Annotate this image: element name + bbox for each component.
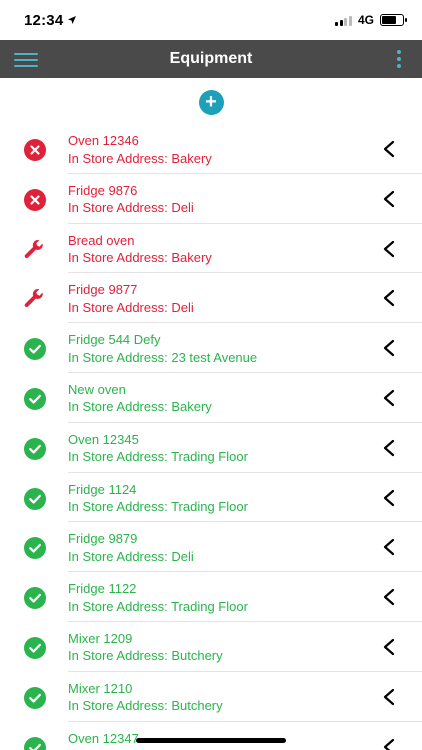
chevron-left-icon[interactable] [382,439,396,457]
chevron-left-icon[interactable] [382,190,396,208]
equipment-address: In Store Address: Trading Floor [68,499,248,515]
check-circle-icon [24,487,46,510]
x-circle-icon [24,139,46,161]
equipment-name: Bread oven [68,232,135,248]
chevron-left-icon[interactable] [382,688,396,706]
wrench-icon [22,238,44,260]
equipment-address: In Store Address: Deli [68,200,194,216]
equipment-row[interactable]: Fridge 9876 In Store Address: Deli [0,174,422,224]
equipment-row[interactable]: Oven 12345 In Store Address: Trading Floo… [0,423,422,473]
page-title: Equipment [169,50,253,67]
chevron-left-icon[interactable] [382,289,396,307]
more-options-icon[interactable] [396,50,402,68]
equipment-row[interactable]: Mixer 1210 In Store Address: Butchery [0,672,422,722]
equipment-address: In Store Address: Bakery [68,150,212,166]
equipment-list: Oven 12346 In Store Address: Bakery Fridge… [0,124,422,750]
equipment-row[interactable]: Fridge 544 Defy In Store Address: 23 test… [0,323,422,373]
equipment-name: New oven [68,381,126,397]
equipment-name: Mixer 1209 [68,630,133,646]
equipment-address: In Store Address: Deli [68,299,194,315]
equipment-text: Fridge 1122 In Store Address: Trading Flo… [68,580,382,615]
chevron-left-icon[interactable] [382,389,396,407]
check-circle-icon [24,387,46,410]
equipment-address: In Store Address: Deli [68,548,194,564]
chevron-left-icon[interactable] [382,588,396,606]
equipment-name: Fridge 9876 [68,182,138,198]
equipment-address: In Store Address: Butchery [68,648,223,664]
equipment-text: Fridge 9879 In Store Address: Deli [68,530,382,565]
equipment-address: In Store Address: Trading Floor [68,598,248,614]
chevron-left-icon[interactable] [382,240,396,258]
status-time: 12:34 [24,12,77,29]
chevron-left-icon[interactable] [382,140,396,158]
home-indicator [136,738,286,743]
chevron-left-icon[interactable] [382,339,396,357]
check-circle-icon [24,338,46,361]
location-arrow-icon [68,16,77,24]
equipment-text: Fridge 9877 In Store Address: Deli [68,281,382,316]
equipment-text: Fridge 9876 In Store Address: Deli [68,182,382,217]
equipment-row[interactable]: Oven 12346 In Store Address: Bakery [0,124,422,174]
check-circle-icon [24,636,46,659]
equipment-address: In Store Address: Trading Floor [68,449,248,465]
equipment-row[interactable]: Fridge 9879 In Store Address: Deli [0,522,422,573]
equipment-name: Fridge 9879 [68,531,138,547]
add-equipment-button[interactable]: + [198,89,224,115]
add-row: + [0,78,422,126]
chevron-left-icon[interactable] [382,738,396,750]
equipment-name: Oven 12346 [68,133,139,148]
equipment-name: Fridge 544 Defy [68,332,161,348]
wrench-icon [22,287,44,309]
equipment-row[interactable]: Fridge 1124 In Store Address: Trading Flo… [0,473,422,523]
battery-icon [380,14,407,26]
equipment-text: Mixer 1210 In Store Address: Butchery [68,680,382,715]
equipment-name: Fridge 9877 [68,282,138,298]
equipment-name: Oven 12345 [68,431,139,447]
menu-icon[interactable] [14,53,38,67]
equipment-row[interactable]: Mixer 1209 In Store Address: Butchery [0,622,422,672]
chevron-left-icon[interactable] [382,638,396,656]
chevron-left-icon[interactable] [382,489,396,507]
equipment-row[interactable]: Oven 12347 [0,722,422,750]
equipment-text: Fridge 544 Defy In Store Address: 23 test… [68,331,382,366]
equipment-name: Fridge 1122 [68,581,137,597]
status-bar: 12:34 4G [0,0,422,40]
clock: 12:34 [24,11,64,29]
signal-icon [335,15,352,26]
status-indicators: 4G [335,13,407,27]
check-circle-icon [24,587,46,610]
x-circle-icon [24,188,46,211]
equipment-address: In Store Address: Bakery [68,250,212,266]
equipment-text: Fridge 1124 In Store Address: Trading Flo… [68,481,382,516]
check-circle-icon [24,686,46,709]
equipment-text: Oven 12345 In Store Address: Trading Floo… [68,431,382,466]
equipment-text: New oven In Store Address: Bakery [68,381,382,416]
nav-bar: Equipment [0,40,422,78]
equipment-row[interactable]: Fridge 1122 In Store Address: Trading Flo… [0,572,422,622]
equipment-address: In Store Address: Bakery [68,399,212,415]
check-circle-icon [24,537,46,560]
equipment-address: In Store Address: 23 test Avenue [68,349,258,365]
equipment-text: Mixer 1209 In Store Address: Butchery [68,630,382,665]
chevron-left-icon[interactable] [382,538,396,556]
check-circle-icon [24,437,46,460]
equipment-text: Bread oven In Store Address: Bakery [68,232,382,267]
equipment-row[interactable]: Bread oven In Store Address: Bakery [0,224,422,274]
equipment-name: Mixer 1210 [68,680,133,696]
equipment-name: Fridge 1124 [68,481,137,497]
network-label: 4G [357,13,374,27]
equipment-text: Oven 12346 In Store Address: Bakery [68,132,382,167]
check-circle-icon [24,736,46,750]
equipment-row[interactable]: Fridge 9877 In Store Address: Deli [0,273,422,324]
equipment-address: In Store Address: Butchery [68,698,223,714]
equipment-row[interactable]: New oven In Store Address: Bakery [0,373,422,423]
